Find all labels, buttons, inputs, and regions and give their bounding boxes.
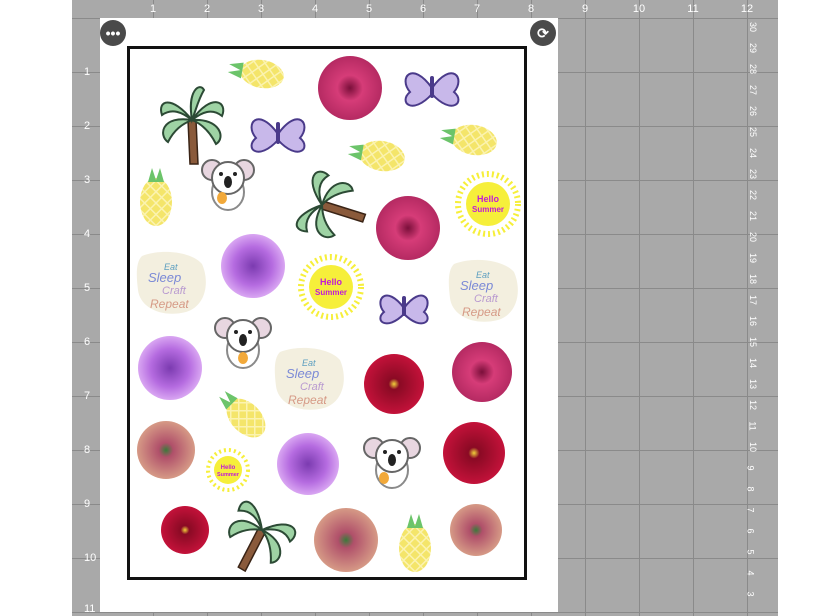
ruler-right-label: 28 [748,63,759,75]
ruler-right-label: 19 [748,252,759,264]
ruler-left-label: 6 [84,336,91,348]
ruler-right-label: 10 [748,441,759,453]
ruler-right-label: 11 [747,421,758,431]
ruler-right-label: 8 [745,486,756,492]
ruler-right-label: 30 [748,21,759,33]
ruler-left-label: 7 [84,390,91,402]
more-icon: ••• [105,25,121,41]
ruler-right-label: 16 [748,315,759,327]
quote-line2: Sleep [286,366,319,381]
ruler-right-label: 20 [748,231,759,243]
ruler-right-label: 25 [748,126,759,138]
ruler-right-label: 23 [748,168,759,180]
quote-line4: Repeat [150,297,189,311]
quote-line4: Repeat [462,305,501,319]
grid-line [585,0,586,616]
ruler-right-label: 15 [748,336,759,348]
ruler-top-label: 6 [419,3,427,15]
ruler-top-label: 10 [632,3,646,15]
more-options-button[interactable]: ••• [100,20,126,46]
ruler-top-label: 2 [203,3,211,15]
eat-sleep-craft-repeat-sticker[interactable]: Eat Sleep Craft Repeat [448,259,518,322]
ruler-right-label: 14 [748,357,759,369]
grid-line [72,612,778,613]
sun-text-line1: Hello [320,277,343,287]
ruler-right-label: 17 [748,294,759,306]
ruler-top-label: 4 [311,3,319,15]
ruler-right-label: 9 [745,465,756,471]
rotate-icon: ⟳ [537,24,549,41]
eat-sleep-craft-repeat-sticker[interactable]: Eat Sleep Craft Repeat [136,251,206,314]
ruler-right-label: 6 [745,528,756,534]
sun-text-line1: Hello [221,465,236,471]
ruler-left-label: 9 [84,498,91,510]
ruler-right-label: 3 [745,591,756,597]
quote-line4: Repeat [288,393,327,407]
ruler-right-label: 24 [748,147,759,159]
ruler-right-label: 22 [748,189,759,201]
ruler-left-label: 8 [84,444,91,456]
sun-text-line2: Summer [315,288,347,297]
quote-line3: Craft [162,285,187,297]
ruler-left-label: 4 [84,228,91,240]
ruler-right-label: 29 [748,42,759,54]
ruler-top-label: 8 [527,3,535,15]
ruler-right-label: 21 [748,210,759,222]
sun-text-line1: Hello [477,194,500,204]
ruler-right-label: 26 [748,105,759,117]
ruler-top-label: 7 [473,3,481,15]
eat-sleep-craft-repeat-sticker[interactable]: Eat Sleep Craft Repeat [274,347,344,410]
ruler-right-label: 13 [748,378,759,390]
quote-line3: Craft [474,293,499,305]
ruler-left-label: 11 [84,603,96,615]
grid-line [693,0,694,616]
sun-text-line2: Summer [472,205,504,214]
ruler-left-label: 3 [84,174,91,186]
ruler-right-label: 5 [745,549,756,555]
ruler-right-label: 27 [748,84,759,96]
ruler-top-label: 12 [740,3,754,15]
ruler-left-label: 2 [84,120,91,132]
grid-line [639,0,640,616]
ruler-right-label: 18 [748,273,759,285]
quote-line2: Sleep [148,270,181,285]
ruler-left-label: 10 [84,552,97,564]
quote-line3: Craft [300,381,325,393]
ruler-left-label: 1 [84,66,91,78]
rotate-button[interactable]: ⟳ [530,20,556,46]
ruler-top-label: 11 [687,3,699,15]
ruler-top-label: 9 [581,3,589,15]
ruler-top-label: 3 [257,3,265,15]
ruler-right-label: 12 [748,399,759,411]
ruler-top-label: 5 [365,3,373,15]
ruler-left-label: 5 [84,282,91,294]
ruler-right-label: 4 [745,570,756,576]
sun-text-line2: Summer [217,472,240,478]
ruler-top-label: 1 [149,3,157,15]
ruler-right-label: 7 [745,507,756,513]
quote-line2: Sleep [460,278,493,293]
